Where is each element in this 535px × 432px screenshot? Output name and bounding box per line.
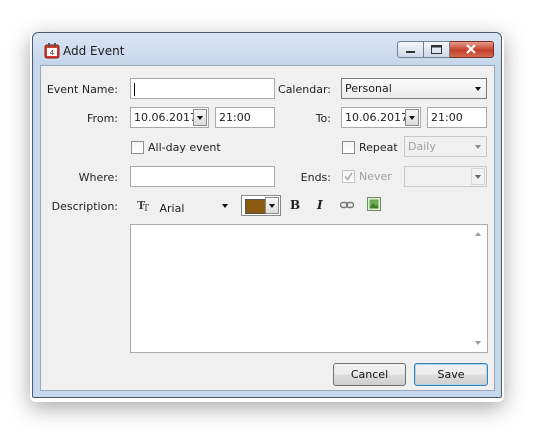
repeat-label[interactable]: Repeat <box>359 141 398 154</box>
calendar-select[interactable]: Personal <box>341 78 487 99</box>
calendar-value: Personal <box>345 82 392 95</box>
checkmark-icon <box>344 172 353 181</box>
repeat-select[interactable]: Daily <box>404 136 487 157</box>
svg-text:4: 4 <box>50 49 55 57</box>
minimize-button[interactable] <box>397 41 424 58</box>
all-day-label[interactable]: All-day event <box>148 141 221 154</box>
to-label: To: <box>315 112 331 125</box>
image-icon[interactable] <box>367 197 381 214</box>
chevron-down-icon[interactable] <box>405 109 419 126</box>
to-time-value: 21:00 <box>431 111 463 124</box>
scroll-up-icon[interactable] <box>475 232 481 236</box>
scroll-down-icon[interactable] <box>475 341 481 345</box>
italic-button[interactable]: I <box>317 198 323 212</box>
from-time-value: 21:00 <box>219 111 251 124</box>
from-label: From: <box>87 112 118 125</box>
repeat-checkbox[interactable] <box>342 141 355 154</box>
ends-label: Ends: <box>300 171 331 184</box>
repeat-value: Daily <box>408 140 436 153</box>
text-cursor <box>134 82 135 96</box>
maximize-button[interactable] <box>424 41 450 58</box>
close-button[interactable] <box>450 41 494 58</box>
description-label: Description: <box>51 200 118 213</box>
event-name-input[interactable] <box>130 78 275 99</box>
all-day-checkbox[interactable] <box>131 141 144 154</box>
from-date-picker[interactable]: 10.06.2017 <box>130 107 209 128</box>
to-date-picker[interactable]: 10.06.2017 <box>341 107 421 128</box>
from-date-value: 10.06.2017 <box>134 111 197 124</box>
bold-button[interactable]: B <box>290 198 300 212</box>
save-button[interactable]: Save <box>414 363 488 386</box>
font-name: Arial <box>159 202 185 215</box>
from-time-input[interactable]: 21:00 <box>215 107 275 128</box>
where-input[interactable] <box>130 166 275 187</box>
title-bar[interactable]: 4 Add Event <box>33 33 501 65</box>
never-checkbox[interactable] <box>342 170 355 183</box>
cancel-button[interactable]: Cancel <box>333 363 406 386</box>
chevron-down-icon[interactable] <box>265 197 279 214</box>
color-swatch <box>245 199 266 214</box>
calendar-label: Calendar: <box>278 83 331 96</box>
chevron-down-icon[interactable] <box>471 168 485 185</box>
font-color-picker[interactable] <box>241 195 281 216</box>
ends-select[interactable] <box>404 166 487 187</box>
font-select[interactable]: T T Arial <box>130 195 234 216</box>
chevron-down-icon[interactable] <box>193 109 207 126</box>
font-icon: T T <box>137 199 153 215</box>
calendar-icon: 4 <box>44 43 60 59</box>
event-name-label: Event Name: <box>46 83 118 96</box>
svg-text:T: T <box>143 204 149 212</box>
window-title: Add Event <box>63 44 125 58</box>
vertical-scrollbar[interactable] <box>470 225 487 352</box>
add-event-dialog: 4 Add Event Event Name: Calendar: Person… <box>32 32 502 398</box>
to-time-input[interactable]: 21:00 <box>427 107 487 128</box>
where-label: Where: <box>78 171 118 184</box>
never-label[interactable]: Never <box>359 170 392 183</box>
to-date-value: 10.06.2017 <box>345 111 408 124</box>
link-icon[interactable] <box>339 199 355 214</box>
description-textarea[interactable] <box>130 224 488 353</box>
dialog-body: Event Name: Calendar: Personal From: 10.… <box>40 65 495 391</box>
